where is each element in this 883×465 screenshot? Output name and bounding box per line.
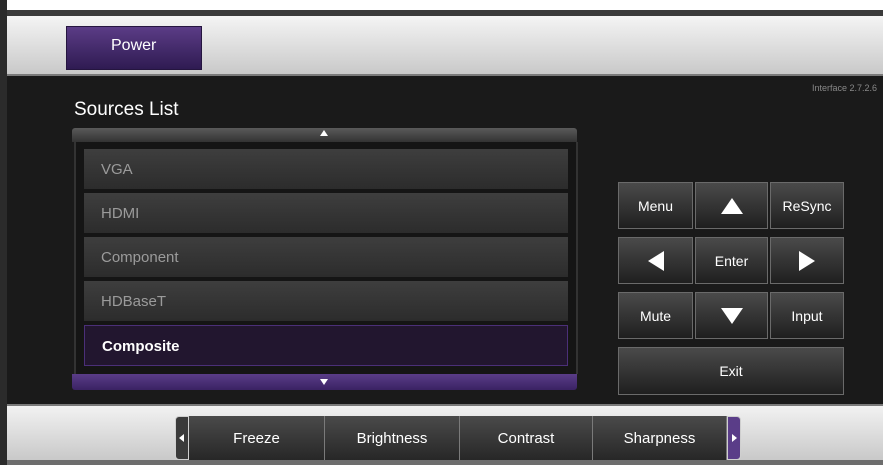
tab-sharpness[interactable]: Sharpness (593, 416, 727, 464)
tab-freeze[interactable]: Freeze (189, 416, 325, 464)
window-bottom-border (7, 460, 883, 465)
list-scroll-up-bar[interactable] (72, 128, 577, 142)
list-item-vga[interactable]: VGA (84, 149, 568, 190)
resync-button[interactable]: ReSync (770, 182, 844, 229)
list-item-component[interactable]: Component (84, 237, 568, 278)
tab-brightness[interactable]: Brightness (325, 416, 460, 464)
arrow-down-icon (720, 307, 743, 324)
list-item-hdbaset[interactable]: HDBaseT (84, 281, 568, 322)
tab-scroll-right-button[interactable] (727, 416, 741, 460)
input-button[interactable]: Input (770, 292, 844, 339)
tab-contrast[interactable]: Contrast (460, 416, 593, 464)
nav-up-button[interactable] (695, 182, 768, 229)
bottom-toolbar: Freeze Brightness Contrast Sharpness (7, 404, 883, 464)
sources-list-title: Sources List (74, 99, 179, 120)
mute-button[interactable]: Mute (618, 292, 693, 339)
nav-right-button[interactable] (770, 237, 844, 284)
triangle-up-icon (320, 130, 328, 136)
bottom-tab-strip: Freeze Brightness Contrast Sharpness (175, 412, 745, 464)
list-item-hdmi[interactable]: HDMI (84, 193, 568, 234)
chevron-right-icon (732, 434, 737, 442)
nav-left-button[interactable] (618, 237, 693, 284)
menu-button[interactable]: Menu (618, 182, 693, 229)
chevron-left-icon (179, 434, 184, 442)
window-left-edge (0, 0, 7, 465)
projector-control-window: Power Interface 2.7.2.6 Sources List VGA… (0, 0, 883, 465)
exit-button[interactable]: Exit (618, 347, 844, 395)
sources-list: VGA HDMI Component HDBaseT Composite (74, 142, 578, 374)
main-panel: Interface 2.7.2.6 Sources List VGA HDMI … (7, 76, 883, 404)
enter-button[interactable]: Enter (695, 237, 768, 284)
power-button[interactable]: Power (66, 26, 202, 70)
arrow-right-icon (799, 250, 815, 271)
triangle-down-icon (320, 379, 328, 385)
arrow-left-icon (647, 250, 664, 271)
list-scroll-down-bar[interactable] (72, 374, 577, 390)
list-item-composite[interactable]: Composite (84, 325, 568, 366)
arrow-up-icon (720, 197, 743, 214)
tab-scroll-left-button[interactable] (175, 416, 189, 460)
interface-version: Interface 2.7.2.6 (811, 83, 877, 93)
nav-down-button[interactable] (695, 292, 768, 339)
